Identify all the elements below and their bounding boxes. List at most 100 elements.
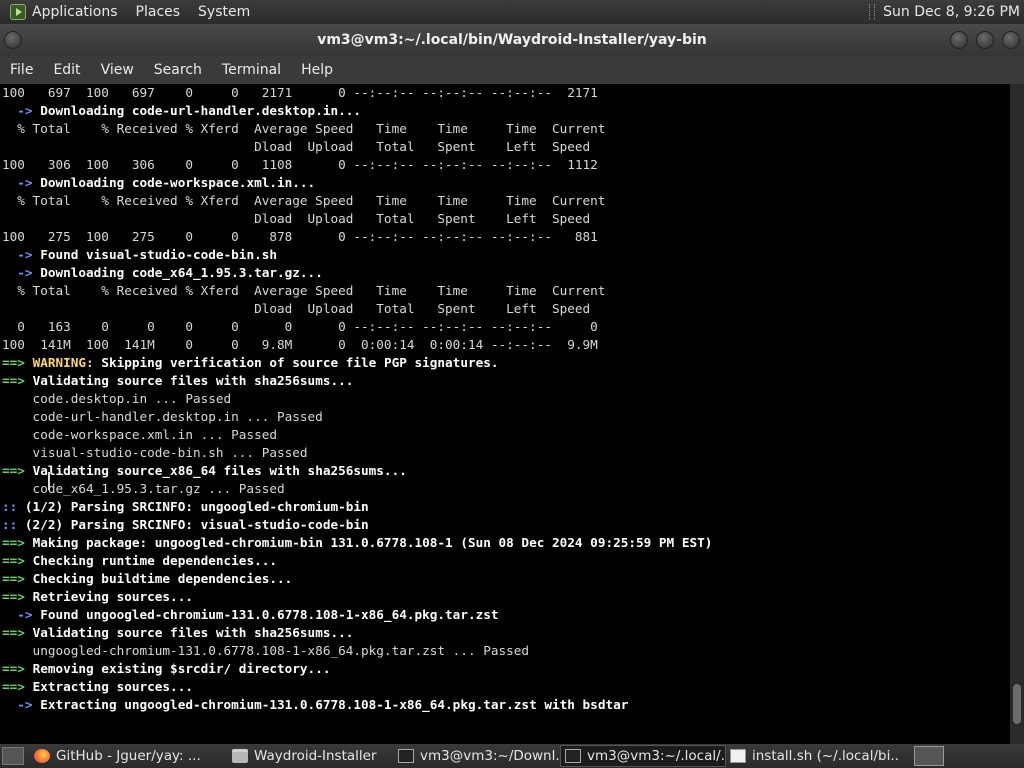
terminal-line: code-url-handler.desktop.in ... Passed xyxy=(0,408,1010,426)
terminal-line: 0 163 0 0 0 0 0 0 --:--:-- --:--:-- --:-… xyxy=(0,318,1010,336)
terminal-text: Dload Upload Total Spent Left Speed xyxy=(2,211,591,226)
firefox-icon xyxy=(34,749,50,763)
terminal-text: 100 141M 100 141M 0 0 9.8M 0 0:00:14 0:0… xyxy=(2,337,598,352)
terminal-text: -> xyxy=(2,175,41,190)
panel-handle-icon xyxy=(869,4,876,20)
terminal-line: -> Downloading code-workspace.xml.in... xyxy=(0,174,1010,192)
terminal-line: -> Extracting ungoogled-chromium-131.0.6… xyxy=(0,696,1010,714)
folder-icon xyxy=(232,749,248,763)
terminal-text: :: xyxy=(2,517,25,532)
applications-logo-icon[interactable] xyxy=(10,4,26,20)
terminal-text: Downloading code-url-handler.desktop.in.… xyxy=(40,103,362,118)
terminal-output[interactable]: 100 697 100 697 0 0 2171 0 --:--:-- --:-… xyxy=(0,84,1010,744)
terminal-text: 0 163 0 0 0 0 0 0 --:--:-- --:--:-- --:-… xyxy=(2,319,598,334)
menu-search[interactable]: Search xyxy=(154,62,202,78)
terminal-line: ==> Making package: ungoogled-chromium-b… xyxy=(0,534,1010,552)
window-titlebar[interactable]: vm3@vm3:~/.local/bin/Waydroid-Installer/… xyxy=(0,24,1024,56)
terminal-line: ==> Validating source files with sha256s… xyxy=(0,372,1010,390)
terminal-text: ==> xyxy=(2,625,33,640)
terminal-line: ==> Checking runtime dependencies... xyxy=(0,552,1010,570)
terminal-text: Extracting ungoogled-chromium-131.0.6778… xyxy=(40,697,629,712)
terminal-text: -> xyxy=(2,247,41,262)
terminal-text: Found ungoogled-chromium-131.0.6778.108-… xyxy=(40,607,499,622)
terminal-text: -> xyxy=(2,103,41,118)
terminal-line: -> Downloading code-url-handler.desktop.… xyxy=(0,102,1010,120)
terminal-line: ==> Retrieving sources... xyxy=(0,588,1010,606)
terminal-text: % Total % Received % Xferd Average Speed… xyxy=(2,121,606,136)
terminal-line: 100 275 100 275 0 0 878 0 --:--:-- --:--… xyxy=(0,228,1010,246)
taskbar-item-terminal-active[interactable]: vm3@vm3:~/.local/... xyxy=(560,745,726,767)
terminal-line: Dload Upload Total Spent Left Speed xyxy=(0,210,1010,228)
terminal-text: ==> xyxy=(2,571,33,586)
terminal-line: ==> WARNING: Skipping verification of so… xyxy=(0,354,1010,372)
terminal-text: Checking buildtime dependencies... xyxy=(32,571,293,586)
taskbar-item-label: Waydroid-Installer xyxy=(254,748,377,764)
terminal-text: % Total % Received % Xferd Average Speed… xyxy=(2,283,606,298)
menu-file[interactable]: File xyxy=(10,62,33,78)
clock[interactable]: Sun Dec 8, 9:26 PM xyxy=(883,4,1020,20)
places-menu[interactable]: Places xyxy=(136,4,181,20)
terminal-text: ==> xyxy=(2,661,33,676)
close-button[interactable] xyxy=(1002,31,1020,49)
terminal-line: visual-studio-code-bin.sh ... Passed xyxy=(0,444,1010,462)
menu-terminal[interactable]: Terminal xyxy=(222,62,281,78)
terminal-text: 100 306 100 306 0 0 1108 0 --:--:-- --:-… xyxy=(2,157,598,172)
taskbar-item-label: vm3@vm3:~/Downl... xyxy=(420,748,560,764)
taskbar-item-label: install.sh (~/.local/bi... xyxy=(752,748,900,764)
taskbar-item-firefox[interactable]: GitHub - Jguer/yay: ... xyxy=(30,745,222,767)
terminal-text: code-url-handler.desktop.in ... Passed xyxy=(2,409,323,424)
terminal-line: % Total % Received % Xferd Average Speed… xyxy=(0,120,1010,138)
workspace-switcher[interactable] xyxy=(914,746,944,766)
minimize-button[interactable] xyxy=(950,31,968,49)
terminal-text: 100 275 100 275 0 0 878 0 --:--:-- --:--… xyxy=(2,229,598,244)
terminal-text: Validating source_x86_64 files with sha2… xyxy=(32,463,407,478)
terminal-text: Found visual-studio-code-bin.sh xyxy=(40,247,277,262)
scrollbar-thumb[interactable] xyxy=(1013,684,1021,724)
taskbar-item-file-manager[interactable]: Waydroid-Installer xyxy=(228,745,394,767)
terminal-text: Dload Upload Total Spent Left Speed xyxy=(2,301,591,316)
terminal-line: -> Found ungoogled-chromium-131.0.6778.1… xyxy=(0,606,1010,624)
taskbar-item-label: vm3@vm3:~/.local/... xyxy=(587,748,726,764)
taskbar-item-label: GitHub - Jguer/yay: ... xyxy=(56,748,201,764)
terminal-line: ==> Removing existing $srcdir/ directory… xyxy=(0,660,1010,678)
terminal-text: Dload Upload Total Spent Left Speed xyxy=(2,139,591,154)
terminal-text: :: xyxy=(2,499,25,514)
terminal-text: 100 697 100 697 0 0 2171 0 --:--:-- --:-… xyxy=(2,85,598,100)
menubar: File Edit View Search Terminal Help xyxy=(0,56,1024,84)
terminal-text: visual-studio-code-bin.sh ... Passed xyxy=(2,445,308,460)
menu-view[interactable]: View xyxy=(101,62,134,78)
window-menu-button[interactable] xyxy=(4,31,22,49)
terminal-text: Validating source files with sha256sums.… xyxy=(32,373,354,388)
terminal-line: ==> Validating source files with sha256s… xyxy=(0,624,1010,642)
panel-tray: Sun Dec 8, 9:26 PM xyxy=(869,4,1024,20)
terminal-text: Removing existing $srcdir/ directory... xyxy=(32,661,331,676)
terminal-line: ungoogled-chromium-131.0.6778.108-1-x86_… xyxy=(0,642,1010,660)
terminal-scrollbar[interactable] xyxy=(1010,84,1024,744)
maximize-button[interactable] xyxy=(976,31,994,49)
terminal-text: -> xyxy=(2,697,41,712)
menu-help[interactable]: Help xyxy=(301,62,333,78)
top-panel: Applications Places System Sun Dec 8, 9:… xyxy=(0,0,1024,24)
terminal-line: :: (1/2) Parsing SRCINFO: ungoogled-chro… xyxy=(0,498,1010,516)
terminal-text: WARNING: xyxy=(32,355,102,370)
terminal-line: code-workspace.xml.in ... Passed xyxy=(0,426,1010,444)
terminal-line: -> Downloading code_x64_1.95.3.tar.gz... xyxy=(0,264,1010,282)
system-menu[interactable]: System xyxy=(198,4,250,20)
show-desktop-icon[interactable] xyxy=(2,747,24,765)
terminal-text: Validating source files with sha256sums.… xyxy=(32,625,354,640)
terminal-text: (1/2) Parsing SRCINFO: ungoogled-chromiu… xyxy=(24,499,369,514)
taskbar-item-text-editor[interactable]: install.sh (~/.local/bi... xyxy=(726,745,900,767)
terminal-text: Skipping verification of source file PGP… xyxy=(101,355,499,370)
bottom-taskbar: GitHub - Jguer/yay: ... Waydroid-Install… xyxy=(0,744,1024,768)
terminal-text: ==> xyxy=(2,355,33,370)
terminal-text: ==> xyxy=(2,463,33,478)
terminal-text: code_x64_1.95.3.tar.gz ... Passed xyxy=(2,481,285,496)
taskbar-item-terminal-downloads[interactable]: vm3@vm3:~/Downl... xyxy=(394,745,560,767)
terminal-text: -> xyxy=(2,607,41,622)
terminal-line: code_x64_1.95.3.tar.gz ... Passed xyxy=(0,480,1010,498)
menu-edit[interactable]: Edit xyxy=(53,62,80,78)
terminal-text: Retrieving sources... xyxy=(32,589,193,604)
terminal-text: ==> xyxy=(2,373,33,388)
text-editor-icon xyxy=(730,749,746,763)
applications-menu[interactable]: Applications xyxy=(32,4,118,20)
